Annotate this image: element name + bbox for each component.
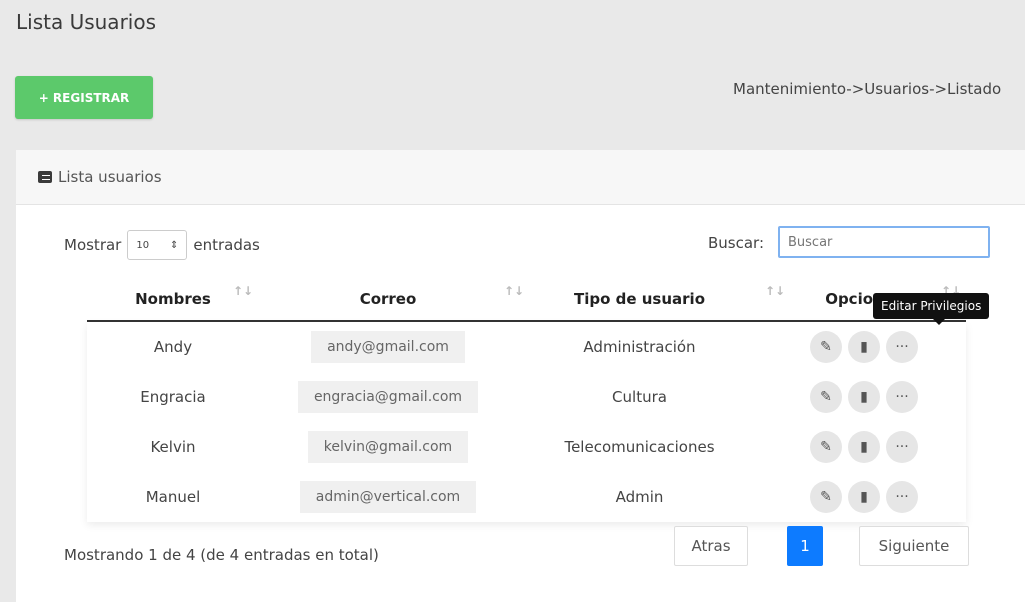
table-body: Andy andy@gmail.com Administración ✎ ▮ ·… <box>87 322 966 522</box>
cell-type: Admin <box>615 488 664 506</box>
column-header-correo[interactable]: Correo ↑↓ <box>259 278 524 320</box>
table-row: Engracia engracia@gmail.com Cultura ✎ ▮ … <box>87 372 966 422</box>
cell-name: Andy <box>153 338 193 356</box>
cell-options: ✎ ▮ ··· <box>762 331 966 363</box>
more-options-button[interactable]: ··· <box>886 431 918 463</box>
ellipsis-icon: ··· <box>895 489 909 505</box>
pencil-icon: ✎ <box>820 339 832 355</box>
delete-button[interactable]: ▮ <box>848 381 880 413</box>
tooltip: Editar Privilegios <box>873 293 990 325</box>
table-row: Kelvin kelvin@gmail.com Telecomunicacion… <box>87 422 966 472</box>
table-header: Nombres ↑↓ Correo ↑↓ Tipo de usuario ↑↓ … <box>87 278 966 322</box>
header-label: Tipo de usuario <box>573 290 706 308</box>
header-label: Nombres <box>135 290 211 308</box>
ellipsis-icon: ··· <box>895 389 909 405</box>
email-badge: engracia@gmail.com <box>297 381 479 413</box>
cell-name: Kelvin <box>150 438 196 456</box>
cell-type: Cultura <box>612 388 667 406</box>
edit-button[interactable]: ✎ <box>810 331 842 363</box>
cell-options: ✎ ▮ ··· <box>762 431 966 463</box>
cell-name: Manuel <box>145 488 201 506</box>
email-badge: andy@gmail.com <box>311 331 465 363</box>
breadcrumb: Mantenimiento->Usuarios->Listado <box>733 80 1002 98</box>
entries-control: Mostrar 10 ⇕ entradas <box>64 230 260 260</box>
email-badge: kelvin@gmail.com <box>307 431 469 463</box>
cell-name: Engracia <box>140 388 206 406</box>
delete-button[interactable]: ▮ <box>848 331 880 363</box>
entries-value: 10 <box>136 239 150 251</box>
users-card: Lista usuarios Mostrar 10 ⇕ entradas Bus… <box>16 150 1025 602</box>
cell-type: Administración <box>583 338 696 356</box>
search-label: Buscar: <box>708 234 765 252</box>
trash-icon: ▮ <box>860 389 868 405</box>
ellipsis-icon: ··· <box>895 439 909 455</box>
edit-button[interactable]: ✎ <box>810 481 842 513</box>
cell-email: kelvin@gmail.com <box>259 431 517 463</box>
more-options-button[interactable]: ··· <box>886 481 918 513</box>
search-input[interactable] <box>778 226 990 258</box>
ellipsis-icon: ··· <box>895 339 909 355</box>
cell-email: admin@vertical.com <box>259 481 517 513</box>
table-row: Manuel admin@vertical.com Admin ✎ ▮ ··· <box>87 472 966 522</box>
email-badge: admin@vertical.com <box>299 481 477 513</box>
table-row: Andy andy@gmail.com Administración ✎ ▮ ·… <box>87 322 966 372</box>
entries-label: entradas <box>193 236 260 254</box>
edit-button[interactable]: ✎ <box>810 431 842 463</box>
delete-button[interactable]: ▮ <box>848 481 880 513</box>
sort-icon: ↑↓ <box>233 284 254 298</box>
header-label: Correo <box>359 290 417 308</box>
edit-button[interactable]: ✎ <box>810 381 842 413</box>
card-title: Lista usuarios <box>58 168 162 186</box>
register-button[interactable]: + REGISTRAR <box>15 76 153 119</box>
prev-page-button[interactable]: Atras <box>674 526 748 566</box>
page-title: Lista Usuarios <box>16 10 156 34</box>
next-page-button[interactable]: Siguiente <box>859 526 969 566</box>
users-table: Nombres ↑↓ Correo ↑↓ Tipo de usuario ↑↓ … <box>87 278 966 522</box>
column-header-tipo[interactable]: Tipo de usuario ↑↓ <box>517 278 785 320</box>
more-options-button[interactable]: ··· <box>886 381 918 413</box>
show-label: Mostrar <box>64 236 122 254</box>
column-header-nombres[interactable]: Nombres ↑↓ <box>87 278 259 320</box>
trash-icon: ▮ <box>860 339 868 355</box>
cell-options: ✎ ▮ ··· <box>762 381 966 413</box>
cell-type: Telecomunicaciones <box>564 438 715 456</box>
delete-button[interactable]: ▮ <box>848 431 880 463</box>
list-icon <box>38 171 52 183</box>
more-options-button[interactable]: ··· <box>886 331 918 363</box>
cell-email: andy@gmail.com <box>259 331 517 363</box>
pencil-icon: ✎ <box>820 489 832 505</box>
entries-select[interactable]: 10 ⇕ <box>127 230 188 260</box>
pencil-icon: ✎ <box>820 439 832 455</box>
select-arrows-icon: ⇕ <box>169 239 179 251</box>
trash-icon: ▮ <box>860 439 868 455</box>
card-header: Lista usuarios <box>16 150 1025 205</box>
table-info: Mostrando 1 de 4 (de 4 entradas en total… <box>64 546 379 564</box>
cell-email: engracia@gmail.com <box>259 381 517 413</box>
cell-options: ✎ ▮ ··· <box>762 481 966 513</box>
trash-icon: ▮ <box>860 489 868 505</box>
pencil-icon: ✎ <box>820 389 832 405</box>
page-button-1[interactable]: 1 <box>787 526 823 566</box>
